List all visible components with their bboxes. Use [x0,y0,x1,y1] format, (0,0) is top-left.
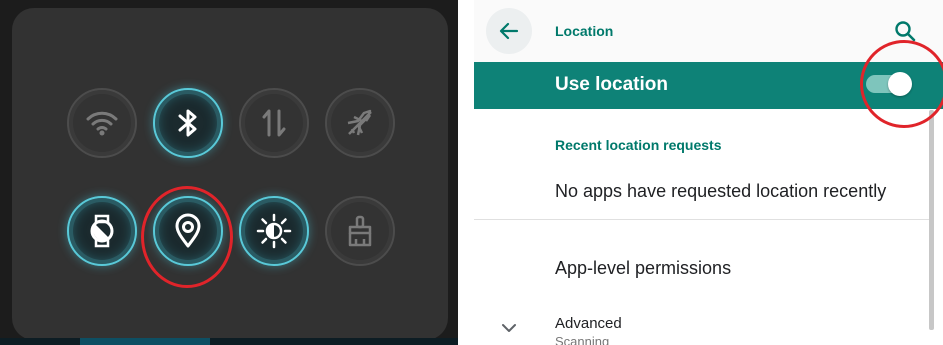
bottom-strip [0,338,458,345]
wifi-icon [86,111,118,136]
advanced-item[interactable]: Advanced [555,315,622,332]
recent-requests-header: Recent location requests [555,137,722,153]
airplane-mode-icon [347,109,372,136]
mobile-data-icon [262,109,286,137]
no-recent-requests-text: No apps have requested location recently [555,181,887,201]
wifi-tile[interactable] [67,88,137,158]
brightness-icon [256,213,292,249]
switch-highlight-circle [860,40,943,128]
bluetooth-tile[interactable] [153,88,223,158]
bluetooth-icon [178,109,197,137]
back-button[interactable] [486,8,532,54]
clean-brush-icon [348,215,372,247]
location-highlight-circle [141,186,233,288]
watch-face-tile[interactable] [67,196,137,266]
scrollbar[interactable] [929,110,934,330]
page-title: Location [555,23,614,39]
mobile-data-tile[interactable] [239,88,309,158]
use-location-label: Use location [555,74,668,95]
quick-settings-screenshot [0,0,458,345]
search-icon [895,21,916,42]
quick-settings-panel [12,8,448,340]
chevron-down-icon[interactable] [500,322,518,334]
divider [474,219,929,220]
brightness-tile[interactable] [239,196,309,266]
watch-face-icon [90,214,114,248]
arrow-left-icon [499,22,519,40]
advanced-subtitle: Scanning [555,334,610,345]
clean-brush-tile[interactable] [325,196,395,266]
airplane-mode-tile[interactable] [325,88,395,158]
app-level-permissions-item[interactable]: App-level permissions [555,258,731,279]
